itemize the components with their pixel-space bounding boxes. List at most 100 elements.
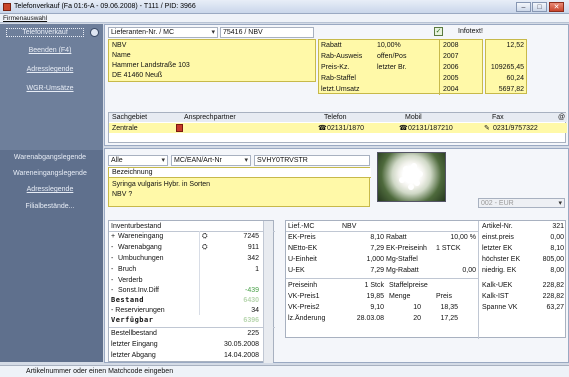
price-value-1: 8,10 (370, 234, 384, 241)
contact-header-ansprechpartner: Ansprechpartner (184, 114, 236, 121)
sidebar-item-beenden[interactable]: Beenden (F4) (0, 47, 100, 54)
contact-card-icon[interactable] (176, 124, 183, 132)
mobile-phone-icon[interactable]: ☎ (399, 124, 408, 133)
pricing-table: Lief.-MC NBV EK-Preis 8,10 Rabatt 10,00 … (285, 220, 566, 339)
kalk-label-1: Kalk-UEK (482, 282, 513, 289)
phone-icon[interactable]: ☎ (318, 124, 327, 133)
supplier-line-4: DE 41460 Neuß (112, 72, 163, 79)
inventory-sign-4: - (111, 266, 114, 273)
price-label-3: U-Einheit (288, 256, 317, 263)
price-value2-4: 0,00 (462, 267, 476, 274)
inventory-sign-1: + (111, 233, 116, 240)
sidebar-item-wareneingangslegende[interactable]: Wareneingangslegende (0, 170, 100, 177)
kalk-label-2: Kalk-IST (482, 293, 509, 300)
binoculars-icon[interactable]: ⛭ (202, 243, 208, 252)
amount-3: 109265,45 (490, 64, 524, 71)
article-filter-dropdown[interactable]: Alle (108, 155, 168, 166)
contact-header-mobil: Mobil (405, 114, 422, 121)
inventory-table: Inventurbestand + Wareneingang ⛭ 7245 - … (108, 220, 275, 363)
maximize-icon[interactable]: □ (532, 2, 547, 12)
price-label2-2: EK-Preiseinh (386, 245, 427, 252)
article-search-mode-dropdown[interactable]: MC/EAN/Art-Nr (171, 155, 251, 166)
binoculars-icon[interactable]: ⛭ (202, 232, 208, 241)
article-col-value-1: 321 (552, 223, 564, 230)
vk-label-1: VK-Preis1 (288, 293, 320, 300)
article-col-value-3: 8,10 (550, 245, 564, 252)
rabatt-value-1: 10,00% (377, 42, 401, 49)
rabatt-label-1: Rabatt (321, 42, 342, 49)
sidebar-item-filialbestaende[interactable]: Filialbestände... (0, 203, 100, 210)
app-icon (3, 3, 11, 11)
inventory-value-2: 911 (247, 244, 259, 251)
inventory-value-3: 342 (247, 255, 259, 262)
supplier-search-mode-dropdown[interactable]: Lieferanten-Nr. / MC (108, 27, 218, 38)
sidebar-item-warenabgangslegende[interactable]: Warenabgangslegende (0, 154, 100, 161)
vk-label-3: lz.Änderung (288, 315, 326, 322)
vk-menge-header: Menge (389, 293, 411, 300)
window-title: Telefonverkauf (Fa 01:6-A - 09.06.2008) … (14, 3, 196, 10)
contact-telefon: 02131/1870 (327, 125, 364, 132)
inventory-label-2: Warenabgang (118, 244, 162, 251)
infotext-checkbox[interactable]: ✓ (434, 27, 443, 36)
article-col-value-4: 805,00 (542, 256, 564, 263)
article-search-input[interactable]: SVHY0TRVSTR (254, 155, 370, 166)
bestellbestand-label: Bestellbestand (111, 330, 157, 337)
minimize-icon[interactable]: – (516, 2, 531, 12)
supplier-address-block: NBV Name Hammer Landstraße 103 DE 41460 … (108, 39, 316, 82)
inventory-label-5: Verderb (118, 277, 143, 284)
status-text: Artikelnummer oder einen Matchcode einge… (26, 368, 174, 375)
article-col-value-2: 0,00 (550, 234, 564, 241)
amount-1: 12,52 (506, 42, 524, 49)
sidebar-bottom-section: Warenabgangslegende Wareneingangslegende… (0, 150, 103, 362)
article-col-label-1: Artikel-Nr. (482, 223, 513, 230)
lief-mc-label: Lief.-MC (288, 223, 315, 230)
inventory-label-6: Sonst.Inv.Diff (118, 287, 159, 294)
contact-sachgebiet: Zentrale (112, 125, 138, 132)
staffelpreise-label: Staffelpreise (389, 282, 428, 289)
article-description-2: NBV ? (112, 191, 133, 198)
letzter-eingang-value: 30.05.2008 (223, 341, 259, 348)
contact-header-telefon: Telefon (324, 114, 347, 121)
year-4: 2005 (443, 75, 459, 82)
article-description-1: Syringa vulgaris Hybr. in Sorten (112, 181, 211, 188)
vk-menge-1: 10 (413, 304, 421, 311)
price-label-4: U-EK (288, 267, 305, 274)
price-value2-1: 10,00 % (450, 234, 476, 241)
title-bar: Telefonverkauf (Fa 01:6-A - 09.06.2008) … (0, 0, 569, 14)
bestand-label: Bestand (111, 296, 145, 304)
inventory-sign-2: - (111, 244, 114, 251)
email-icon[interactable]: @ (558, 113, 565, 122)
lief-mc-value: NBV (342, 223, 357, 230)
reservierungen-label: - Reservierungen (111, 307, 165, 314)
rabatt-block: Rabatt 10,00% Rab-Ausweis offen/Pos Prei… (318, 39, 483, 95)
year-3: 2006 (443, 64, 459, 71)
sidebar-item-wgr-umsaetze[interactable]: WGR-Umsätze (0, 85, 100, 92)
sidebar-item-adresslegende-2[interactable]: Adresslegende (0, 186, 100, 193)
fax-icon[interactable]: ✎ (484, 124, 490, 133)
currency-dropdown[interactable]: 002 - EUR (478, 198, 565, 208)
supplier-line-3: Hammer Landstraße 103 (112, 62, 190, 69)
menu-item-firmenauswahl[interactable]: Firmenauswahl (3, 15, 47, 22)
preiseinh-label: Preiseinh (288, 282, 318, 289)
inventory-value-1: 7245 (243, 233, 259, 240)
close-icon[interactable]: ✕ (549, 2, 564, 12)
inventory-sign-3: - (111, 255, 114, 262)
sidebar-item-telefonverkauf[interactable]: Telefonverkauf (6, 28, 84, 37)
verfuegbar-value: 6396 (243, 317, 259, 324)
supplier-number-input[interactable]: 75416 / NBV (220, 27, 314, 38)
inventory-label-3: Umbuchungen (118, 255, 164, 262)
letzter-abgang-value: 14.04.2008 (223, 352, 259, 359)
vk-value-1: 19,85 (366, 293, 384, 300)
inventory-scrollbar[interactable] (263, 221, 273, 363)
contact-header-fax: Fax (492, 114, 504, 121)
sidebar-item-adresslegende[interactable]: Adresslegende (0, 66, 100, 73)
amount-block: 12,52 109265,45 60,24 5697,82 (485, 39, 527, 94)
price-value-3: 1,000 (366, 256, 384, 263)
year-2: 2007 (443, 53, 459, 60)
inventory-sign-5: - (111, 277, 114, 284)
vk-preis-header: Preis (436, 293, 452, 300)
article-col-label-4: höchster EK (482, 256, 521, 263)
price-value-4: 7,29 (370, 267, 384, 274)
help-icon[interactable] (90, 28, 99, 37)
inventory-label-4: Bruch (118, 266, 137, 273)
